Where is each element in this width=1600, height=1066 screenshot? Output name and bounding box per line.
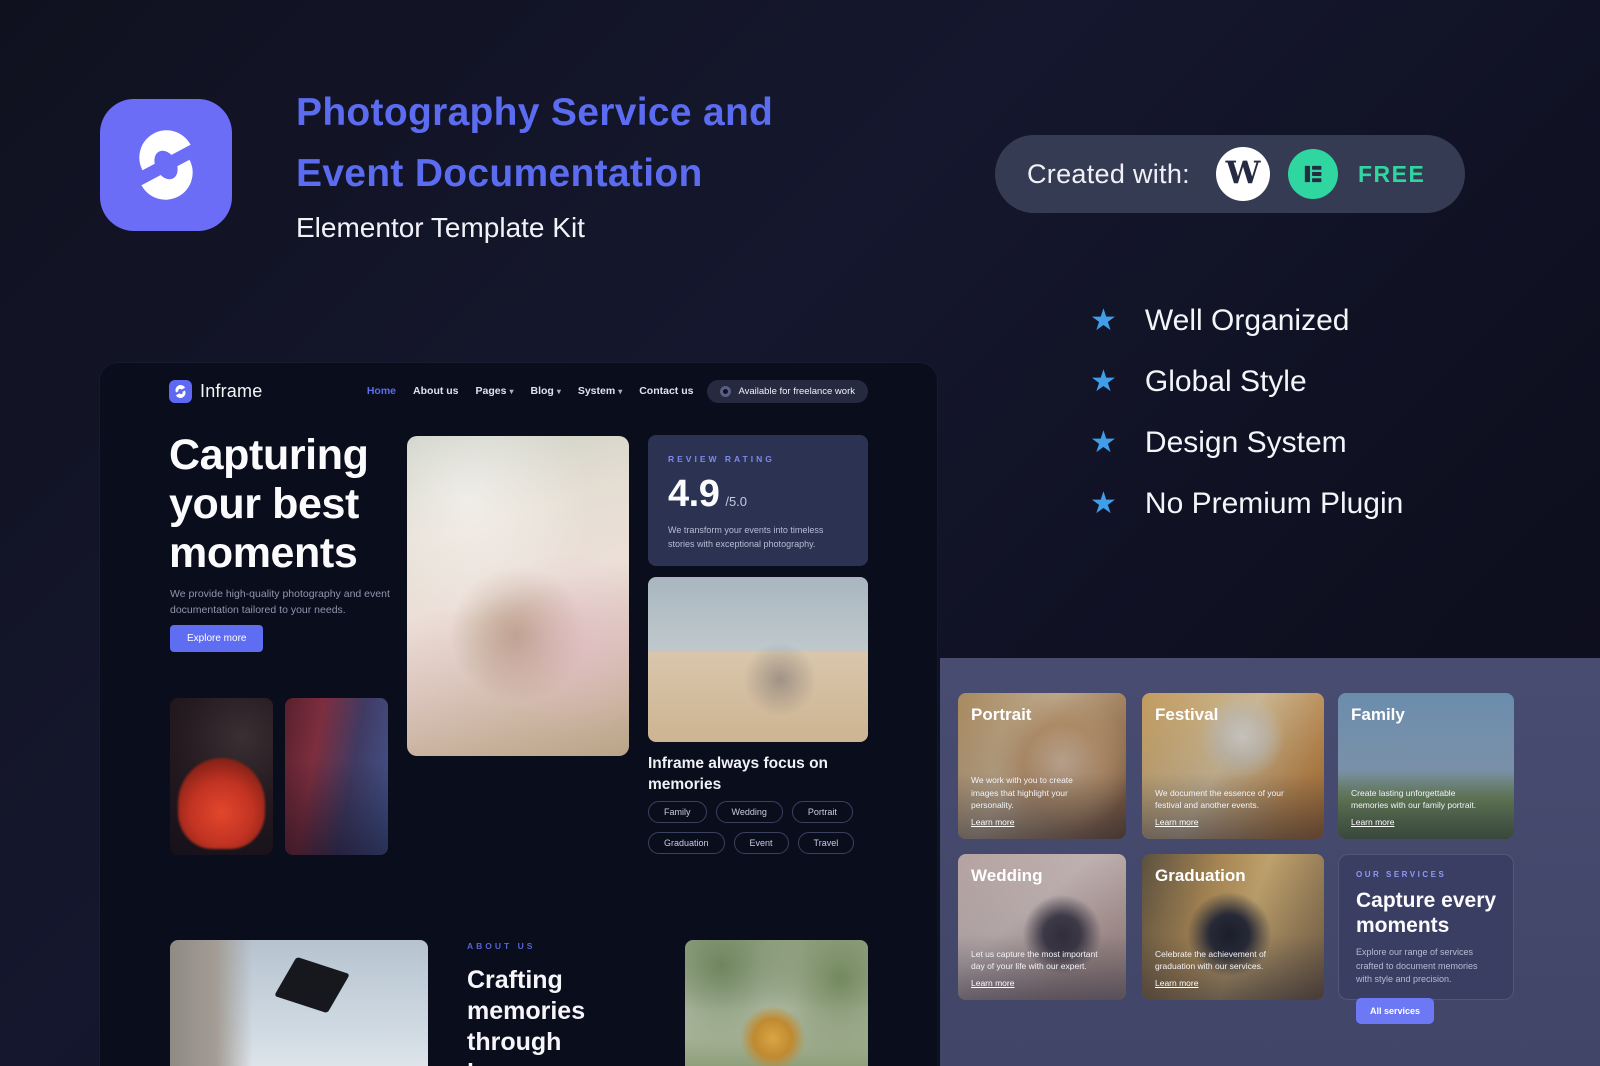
service-card-description: Create lasting unforgettable memories wi… (1351, 787, 1489, 813)
photo-graduation-cap (170, 940, 428, 1066)
kit-logo-icon (100, 99, 232, 231)
hero-description: We provide high-quality photography and … (170, 586, 415, 619)
service-card-wedding: Wedding Let us capture the most importan… (958, 854, 1126, 1000)
tag-pill-travel[interactable]: Travel (798, 832, 855, 854)
service-card-description: Celebrate the achievement of graduation … (1155, 948, 1299, 974)
tag-pill-event[interactable]: Event (734, 832, 789, 854)
services-highlight-card: OUR SERVICES Capture every moments Explo… (1338, 854, 1514, 1000)
review-score: 4.9 (668, 473, 719, 516)
tag-pill-wedding[interactable]: Wedding (716, 801, 783, 823)
tag-list: Family Wedding Portrait Graduation Event… (648, 801, 888, 854)
service-card-portrait: Portrait We work with you to create imag… (958, 693, 1126, 839)
learn-more-link[interactable]: Learn more (1155, 817, 1311, 827)
page-title: Photography Service and Event Documentat… (296, 82, 773, 204)
brand-name: Inframe (200, 381, 262, 402)
services-description: Explore our range of services crafted to… (1356, 946, 1496, 987)
service-card-description: We work with you to create images that h… (971, 774, 1102, 812)
created-with-label: Created with: (1027, 159, 1190, 190)
about-label: ABOUT US (467, 941, 535, 951)
services-heading: Capture every moments (1356, 888, 1501, 938)
chevron-down-icon (554, 385, 561, 397)
star-icon: ★ (1090, 367, 1117, 397)
nav-item-pages[interactable]: Pages (476, 385, 514, 397)
promo-page: Photography Service and Event Documentat… (0, 0, 1600, 1066)
tag-pill-graduation[interactable]: Graduation (648, 832, 725, 854)
hero-heading: Capturing your best moments (169, 431, 379, 578)
review-rating-card: REVIEW RATING 4.9 /5.0 We transform your… (648, 435, 868, 566)
brand-logo-icon (169, 380, 192, 403)
chevron-down-icon (506, 385, 513, 397)
site-brand[interactable]: Inframe (169, 380, 262, 403)
our-services-label: OUR SERVICES (1356, 870, 1496, 879)
freelance-availability-label: Available for freelance work (738, 386, 855, 397)
photo-thai-dancer (685, 940, 868, 1066)
page-title-line2: Event Documentation (296, 143, 773, 204)
star-icon: ★ (1090, 306, 1117, 336)
review-label: REVIEW RATING (668, 454, 848, 464)
tag-pill-family[interactable]: Family (648, 801, 707, 823)
freelance-availability-button[interactable]: Available for freelance work (707, 380, 868, 403)
site-preview: Inframe Home About us Pages Blog System … (100, 363, 937, 1066)
review-scale: /5.0 (725, 494, 747, 509)
learn-more-link[interactable]: Learn more (971, 817, 1113, 827)
page-subtitle: Elementor Template Kit (296, 212, 585, 244)
photo-beach-family (648, 577, 868, 742)
learn-more-link[interactable]: Learn more (1351, 817, 1501, 827)
feature-label: Design System (1145, 426, 1347, 460)
chevron-down-icon (615, 385, 622, 397)
learn-more-link[interactable]: Learn more (971, 978, 1113, 988)
tag-pill-portrait[interactable]: Portrait (792, 801, 853, 823)
feature-list: ★ Well Organized ★ Global Style ★ Design… (1090, 290, 1403, 534)
service-card-title: Family (1351, 705, 1501, 725)
feature-label: No Premium Plugin (1145, 487, 1403, 521)
service-card-title: Graduation (1155, 866, 1311, 886)
elementor-icon (1288, 149, 1338, 199)
services-panel: Portrait We work with you to create imag… (940, 658, 1600, 1066)
nav-item-contact[interactable]: Contact us (639, 385, 693, 397)
all-services-button[interactable]: All services (1356, 998, 1434, 1024)
status-dot-icon (720, 386, 731, 397)
photo-fan-performer (170, 698, 273, 855)
service-card-graduation: Graduation Celebrate the achievement of … (1142, 854, 1324, 1000)
nav-item-about[interactable]: About us (413, 385, 459, 397)
service-card-festival: Festival We document the essence of your… (1142, 693, 1324, 839)
focus-heading: Inframe always focus on memories (648, 754, 868, 796)
site-navbar: Inframe Home About us Pages Blog System … (100, 376, 937, 406)
nav-item-blog[interactable]: Blog (530, 385, 560, 397)
wordpress-icon: W (1216, 147, 1270, 201)
service-card-description: Let us capture the most important day of… (971, 948, 1102, 974)
service-card-family: Family Create lasting unforgettable memo… (1338, 693, 1514, 839)
explore-more-button[interactable]: Explore more (170, 625, 263, 652)
free-badge: FREE (1358, 161, 1425, 188)
feature-item: ★ Design System (1090, 412, 1403, 473)
wordpress-w-glyph: W (1226, 158, 1261, 189)
page-title-line1: Photography Service and (296, 82, 773, 143)
photo-concert (285, 698, 388, 855)
feature-item: ★ No Premium Plugin (1090, 473, 1403, 534)
about-heading: Crafting memories through lenses (467, 965, 642, 1066)
service-card-description: We document the essence of your festival… (1155, 787, 1299, 813)
service-card-title: Portrait (971, 705, 1113, 725)
eye-shutter-icon (126, 125, 206, 205)
review-description: We transform your events into timeless s… (668, 524, 848, 551)
nav-item-system[interactable]: System (578, 385, 622, 397)
feature-item: ★ Global Style (1090, 351, 1403, 412)
photo-couple-blossom (407, 436, 629, 756)
star-icon: ★ (1090, 428, 1117, 458)
service-card-title: Festival (1155, 705, 1311, 725)
star-icon: ★ (1090, 489, 1117, 519)
feature-item: ★ Well Organized (1090, 290, 1403, 351)
nav-item-home[interactable]: Home (367, 385, 396, 397)
created-with-pill: Created with: W FREE (995, 135, 1465, 213)
site-menu: Home About us Pages Blog System Contact … (367, 385, 694, 397)
feature-label: Well Organized (1145, 304, 1350, 338)
learn-more-link[interactable]: Learn more (1155, 978, 1311, 988)
feature-label: Global Style (1145, 365, 1307, 399)
service-card-title: Wedding (971, 866, 1113, 886)
